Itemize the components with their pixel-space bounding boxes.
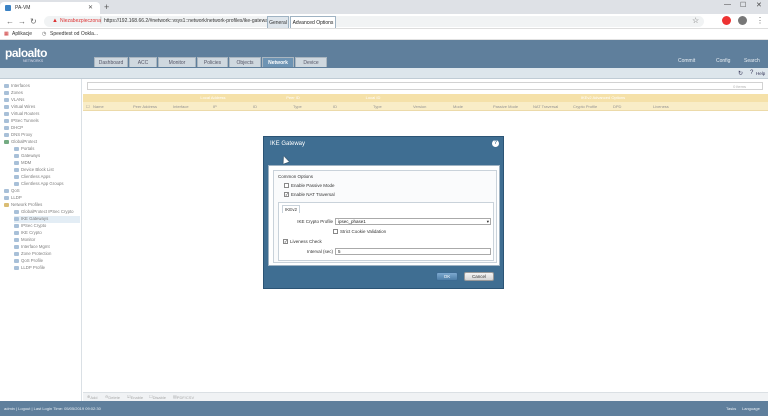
tab-general[interactable]: General — [267, 16, 289, 28]
advanced-options-fieldset: Common Options Enable Passive Mode ✓ Enab… — [273, 170, 497, 263]
paloalto-logo: paloalto NETWORKS — [5, 46, 48, 63]
commit-link[interactable]: Commit — [678, 58, 695, 64]
apps-icon: ▦ — [4, 31, 9, 37]
chevron-down-icon: ▾ — [486, 219, 489, 224]
reload-icon[interactable]: ↻ — [30, 17, 37, 26]
strict-cookie-validation-checkbox[interactable] — [333, 229, 338, 235]
enable-nat-traversal-checkbox[interactable]: ✓ — [284, 192, 289, 198]
ikev2-panel: IKEv2 IKE Crypto Profile ipsec_phase1 ▾ … — [278, 202, 494, 261]
tab-ikev2[interactable]: IKEv2 — [282, 205, 300, 213]
dialog-body: Common Options Enable Passive Mode ✓ Enab… — [268, 165, 500, 266]
favicon-icon — [5, 5, 11, 11]
ike-crypto-profile-select[interactable]: ipsec_phase1 ▾ — [335, 218, 491, 225]
strict-cookie-validation-row[interactable]: Strict Cookie Validation — [333, 229, 386, 235]
enable-passive-mode-checkbox[interactable] — [284, 183, 289, 189]
tasks-link[interactable]: Tasks — [726, 406, 736, 411]
liveness-check-checkbox[interactable]: ✓ — [283, 239, 288, 245]
tab-acc[interactable]: ACC — [129, 57, 157, 67]
close-window-icon[interactable]: ✕ — [756, 1, 762, 9]
enable-passive-mode-row[interactable]: Enable Passive Mode — [284, 183, 335, 189]
speedtest-icon: ◷ — [42, 31, 47, 37]
tab-objects[interactable]: Objects — [229, 57, 261, 67]
bookmarks-bar: ▦ Aplikacje ◷ Speedtest od Ookla... — [0, 29, 768, 40]
address-bar-row: ← → ↻ ▲ Niezabezpieczona | https://192.1… — [0, 14, 768, 29]
enable-nat-traversal-row[interactable]: ✓ Enable NAT Traversal — [284, 192, 335, 198]
status-login-info: admin | Logout | Last Login Time: 05/05/… — [4, 406, 101, 411]
forward-icon[interactable]: → — [18, 17, 26, 26]
minimize-icon[interactable]: — — [724, 1, 731, 8]
bookmark-star-icon[interactable]: ☆ — [692, 16, 699, 25]
url-bar[interactable]: ▲ Niezabezpieczona | https://192.168.66.… — [44, 16, 704, 27]
tab-title: PA-VM — [15, 5, 31, 11]
ike-gateway-dialog: IKE Gateway ? Common Options Enable Pass… — [263, 136, 504, 289]
app-header: paloalto NETWORKS Dashboard ACC Monitor … — [0, 40, 768, 68]
bookmark-speedtest[interactable]: Speedtest od Ookla... — [50, 31, 98, 37]
not-secure-label: Niezabezpieczona — [60, 18, 101, 24]
profile-icon[interactable] — [738, 16, 747, 25]
language-link[interactable]: Language — [742, 406, 760, 411]
liveness-check-row[interactable]: ✓ Liveness Check — [283, 239, 322, 245]
tab-policies[interactable]: Policies — [197, 57, 228, 67]
cancel-button[interactable]: Cancel — [464, 272, 494, 281]
tab-device[interactable]: Device — [295, 57, 327, 67]
not-secure-icon: ▲ — [52, 18, 58, 24]
common-options-legend: Common Options — [278, 174, 314, 179]
refresh-icon[interactable]: ↻ — [738, 70, 743, 77]
tab-monitor[interactable]: Monitor — [158, 57, 196, 67]
status-bar: admin | Logout | Last Login Time: 05/05/… — [0, 401, 768, 416]
config-link[interactable]: Config — [716, 58, 730, 64]
new-tab-button[interactable]: + — [104, 2, 109, 12]
sub-toolbar: ↻ ? Help — [0, 68, 768, 79]
maximize-icon[interactable]: ☐ — [740, 1, 746, 9]
extension-icon[interactable] — [722, 16, 731, 25]
help-icon[interactable]: ? — [750, 70, 753, 76]
ok-button[interactable]: OK — [436, 272, 458, 281]
ike-crypto-profile-label: IKE Crypto Profile — [297, 219, 333, 224]
bookmark-apps[interactable]: Aplikacje — [12, 31, 32, 37]
url-text: https://192.168.66.2/#network::vsys1::ne… — [104, 18, 273, 24]
back-icon[interactable]: ← — [6, 17, 14, 26]
browser-tab-bar: PA-VM ✕ + — ☐ ✕ — [0, 0, 768, 14]
dialog-help-icon[interactable]: ? — [492, 140, 499, 147]
tab-network[interactable]: Network — [262, 57, 294, 67]
help-label[interactable]: Help — [756, 71, 765, 76]
menu-icon[interactable]: ⋮ — [756, 16, 764, 25]
tab-advanced-options[interactable]: Advanced Options — [290, 16, 336, 28]
browser-tab[interactable]: PA-VM ✕ — [0, 2, 100, 14]
close-tab-icon[interactable]: ✕ — [88, 4, 93, 11]
dialog-title: IKE Gateway — [270, 141, 306, 147]
tab-dashboard[interactable]: Dashboard — [94, 57, 128, 67]
interval-label: Interval (sec) — [306, 249, 333, 254]
search-link[interactable]: Search — [744, 58, 760, 64]
interval-input[interactable]: 5 — [335, 248, 491, 255]
